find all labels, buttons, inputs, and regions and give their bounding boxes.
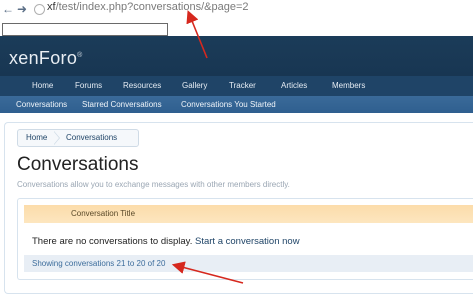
url-host: xf	[47, 1, 56, 13]
address-bar[interactable]: xf/test/index.php?conversations/&page=2	[47, 1, 249, 13]
navtab-articles[interactable]: Articles	[281, 76, 307, 96]
navtab-resources[interactable]: Resources	[123, 76, 161, 96]
bookmarks-bar	[0, 22, 473, 36]
site-logo[interactable]: xenForo®	[9, 48, 83, 69]
forward-arrow-icon[interactable]: ➜	[16, 3, 28, 15]
start-conversation-link[interactable]: Start a conversation now	[195, 236, 300, 247]
empty-list-message: There are no conversations to display. S…	[32, 236, 300, 247]
url-path: /test/index.php?conversations/&page=2	[55, 1, 249, 13]
back-arrow-icon[interactable]: ←	[2, 3, 14, 15]
breadcrumb-home[interactable]: Home	[26, 130, 47, 146]
empty-message-text: There are no conversations to display.	[32, 236, 193, 247]
navtab-home[interactable]: Home	[32, 76, 53, 96]
logo-text: xenForo	[9, 48, 78, 68]
column-header-conversation-title[interactable]: Conversation Title	[71, 209, 135, 218]
navtab-members[interactable]: Members	[332, 76, 365, 96]
site-header: xenForo®	[0, 36, 473, 76]
browser-toolbar: ← ➜ xf/test/index.php?conversations/&pag…	[0, 0, 473, 22]
subnav-conversations[interactable]: Conversations	[16, 96, 67, 113]
navtab-gallery[interactable]: Gallery	[182, 76, 207, 96]
redacted-field	[2, 23, 168, 36]
navtab-tracker[interactable]: Tracker	[229, 76, 256, 96]
breadcrumb-conversations[interactable]: Conversations	[66, 130, 117, 146]
sub-navigation: Conversations Starred Conversations Conv…	[0, 96, 473, 113]
breadcrumb-separator-fill	[54, 132, 59, 144]
page-title: Conversations	[17, 154, 139, 175]
pagination-summary: Showing conversations 21 to 20 of 20	[32, 259, 166, 268]
navtab-forums[interactable]: Forums	[75, 76, 102, 96]
logo-registered-mark: ®	[77, 52, 83, 59]
site-info-icon[interactable]	[34, 4, 45, 15]
subnav-conversations-you-started[interactable]: Conversations You Started	[181, 96, 276, 113]
main-navigation: Home Forums Resources Gallery Tracker Ar…	[0, 76, 473, 96]
page-description: Conversations allow you to exchange mess…	[17, 180, 290, 189]
breadcrumb: Home Conversations	[17, 129, 139, 147]
subnav-starred-conversations[interactable]: Starred Conversations	[82, 96, 162, 113]
